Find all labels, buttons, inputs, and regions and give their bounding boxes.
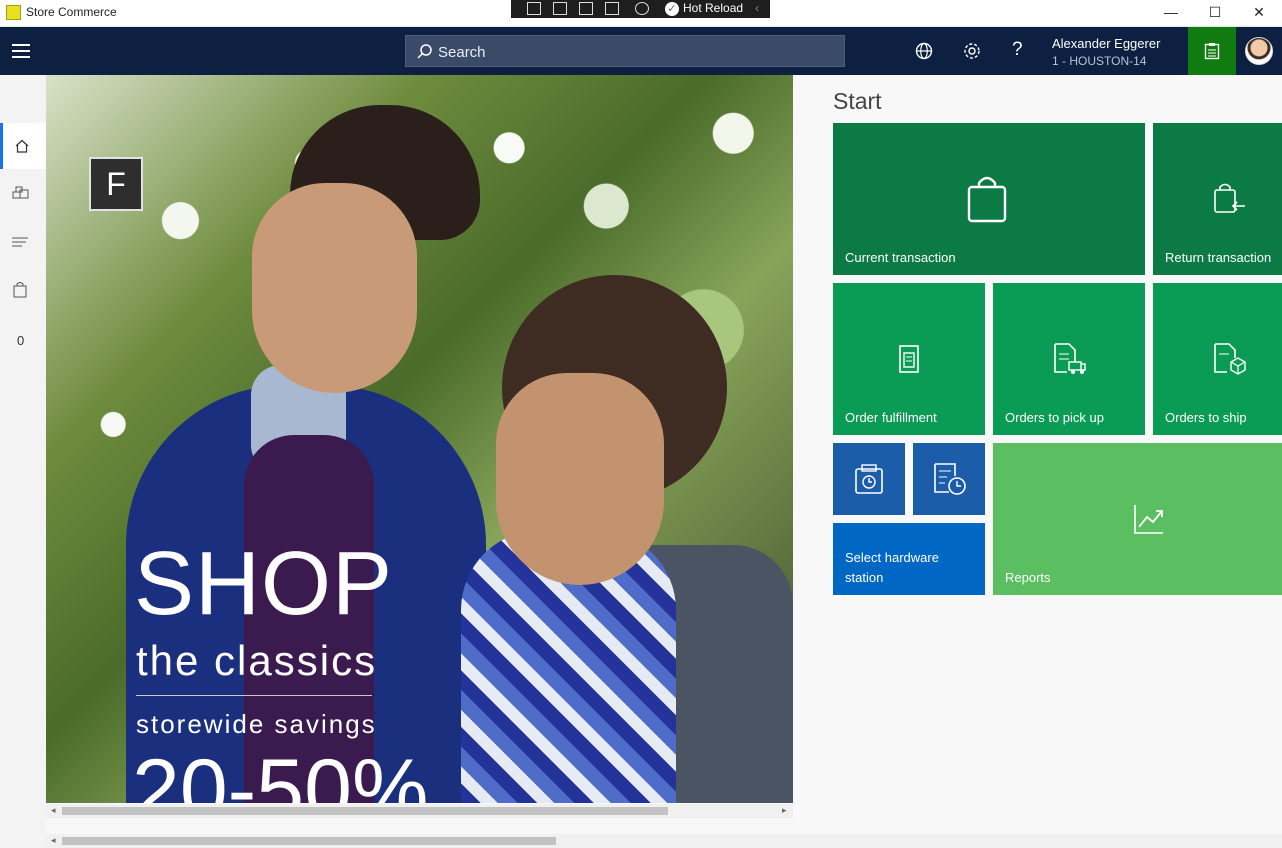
app-logo-icon	[6, 5, 21, 20]
image-scrollbar[interactable]: ◂ ▸	[46, 804, 793, 818]
tile-label: Orders to pick up	[1005, 410, 1104, 425]
tile-label: Select hardware station	[845, 550, 939, 585]
gear-icon[interactable]	[962, 41, 982, 61]
check-icon: ✓	[665, 2, 679, 16]
tile-label: Return transaction	[1165, 250, 1272, 265]
tile-label: Reports	[1005, 570, 1051, 585]
promo-banner-image[interactable]: F SHOP the classics storewide savings 20…	[46, 75, 793, 803]
task-list-button[interactable]	[1188, 27, 1236, 75]
nav-bag[interactable]	[0, 267, 46, 313]
top-app-bar: Search ? Alexander Eggerer 1 - HOUSTON-1…	[0, 27, 1282, 75]
order-pickup-icon	[1054, 343, 1086, 374]
shopping-bag-icon	[967, 176, 1007, 223]
tile-time-clock[interactable]	[913, 443, 985, 515]
man-figure-face	[252, 183, 417, 393]
tile-reports[interactable]: Reports	[993, 443, 1282, 595]
order-ship-icon	[1214, 343, 1246, 375]
bag-icon	[13, 282, 27, 298]
register-icon	[855, 464, 883, 494]
globe-icon[interactable]	[914, 41, 934, 61]
tile-label: Order fulfillment	[845, 410, 937, 425]
start-title: Start	[833, 88, 882, 114]
home-icon	[15, 139, 29, 153]
chevron-left-icon[interactable]: ‹	[755, 1, 759, 15]
clipboard-icon	[1204, 43, 1220, 60]
promo-discount: 20-50%	[132, 742, 429, 803]
tile-select-hardware-station[interactable]: Select hardware station	[833, 523, 985, 595]
list-icon	[12, 237, 28, 247]
user-name[interactable]: Alexander Eggerer	[1052, 36, 1160, 51]
return-bag-icon	[1214, 183, 1245, 213]
title-bar: Store Commerce ✓ Hot Reload ‹ — ☐ ✕	[0, 0, 1282, 27]
nav-list[interactable]	[0, 219, 46, 265]
store-label: 1 - HOUSTON-14	[1052, 54, 1147, 68]
avatar[interactable]	[1245, 37, 1273, 65]
tile-orders-to-ship[interactable]: Orders to ship	[1153, 283, 1282, 435]
left-nav: 0	[0, 75, 46, 848]
help-icon[interactable]: ?	[1012, 39, 1023, 61]
minimize-button[interactable]: —	[1150, 0, 1192, 26]
tile-order-fulfillment[interactable]: Order fulfillment	[833, 283, 985, 435]
time-clock-icon	[934, 463, 966, 495]
chart-icon	[1134, 505, 1163, 534]
hot-reload-label[interactable]: Hot Reload	[683, 1, 743, 15]
tile-return-transaction[interactable]: Return transaction	[1153, 123, 1282, 275]
tile-hardware-register[interactable]	[833, 443, 905, 515]
promo-subheadline: the classics	[136, 637, 378, 684]
tile-orders-to-pick-up[interactable]: Orders to pick up	[993, 283, 1145, 435]
tile-label: Current transaction	[845, 250, 956, 265]
refresh-icon[interactable]	[635, 2, 649, 15]
maximize-button[interactable]: ☐	[1194, 0, 1236, 26]
layout-adorner-icon[interactable]	[579, 2, 593, 15]
search-icon	[417, 44, 432, 59]
tile-current-transaction[interactable]: Current transaction	[833, 123, 1145, 275]
brand-badge: F	[89, 157, 143, 211]
page-scroll-left-icon[interactable]: ◂	[51, 835, 56, 846]
page-scrollbar[interactable]: ◂	[46, 834, 1282, 848]
select-element-icon[interactable]	[527, 2, 541, 15]
dev-toolbar: ✓ Hot Reload ‹	[511, 0, 770, 18]
nav-home[interactable]	[0, 123, 46, 169]
woman-figure-face	[496, 373, 664, 585]
nav-products[interactable]	[0, 171, 46, 217]
promo-headline: SHOP	[134, 534, 394, 634]
cursor-icon[interactable]	[553, 2, 567, 15]
app-title: Store Commerce	[26, 5, 117, 19]
promo-divider	[136, 695, 372, 696]
promo-savings-text: storewide savings	[136, 709, 377, 739]
tile-label: Orders to ship	[1165, 410, 1247, 425]
hamburger-menu-icon[interactable]	[12, 44, 30, 58]
search-input[interactable]: Search	[405, 35, 845, 67]
cart-count: 0	[17, 333, 25, 348]
scroll-left-icon[interactable]: ◂	[51, 805, 56, 816]
track-focus-icon[interactable]	[605, 2, 619, 15]
search-placeholder: Search	[438, 44, 486, 61]
order-fulfillment-icon	[899, 345, 919, 373]
page-scroll-thumb[interactable]	[62, 837, 556, 845]
scroll-right-icon[interactable]: ▸	[782, 805, 787, 816]
close-button[interactable]: ✕	[1238, 0, 1280, 26]
image-scroll-thumb[interactable]	[62, 807, 668, 815]
products-icon	[12, 186, 29, 199]
